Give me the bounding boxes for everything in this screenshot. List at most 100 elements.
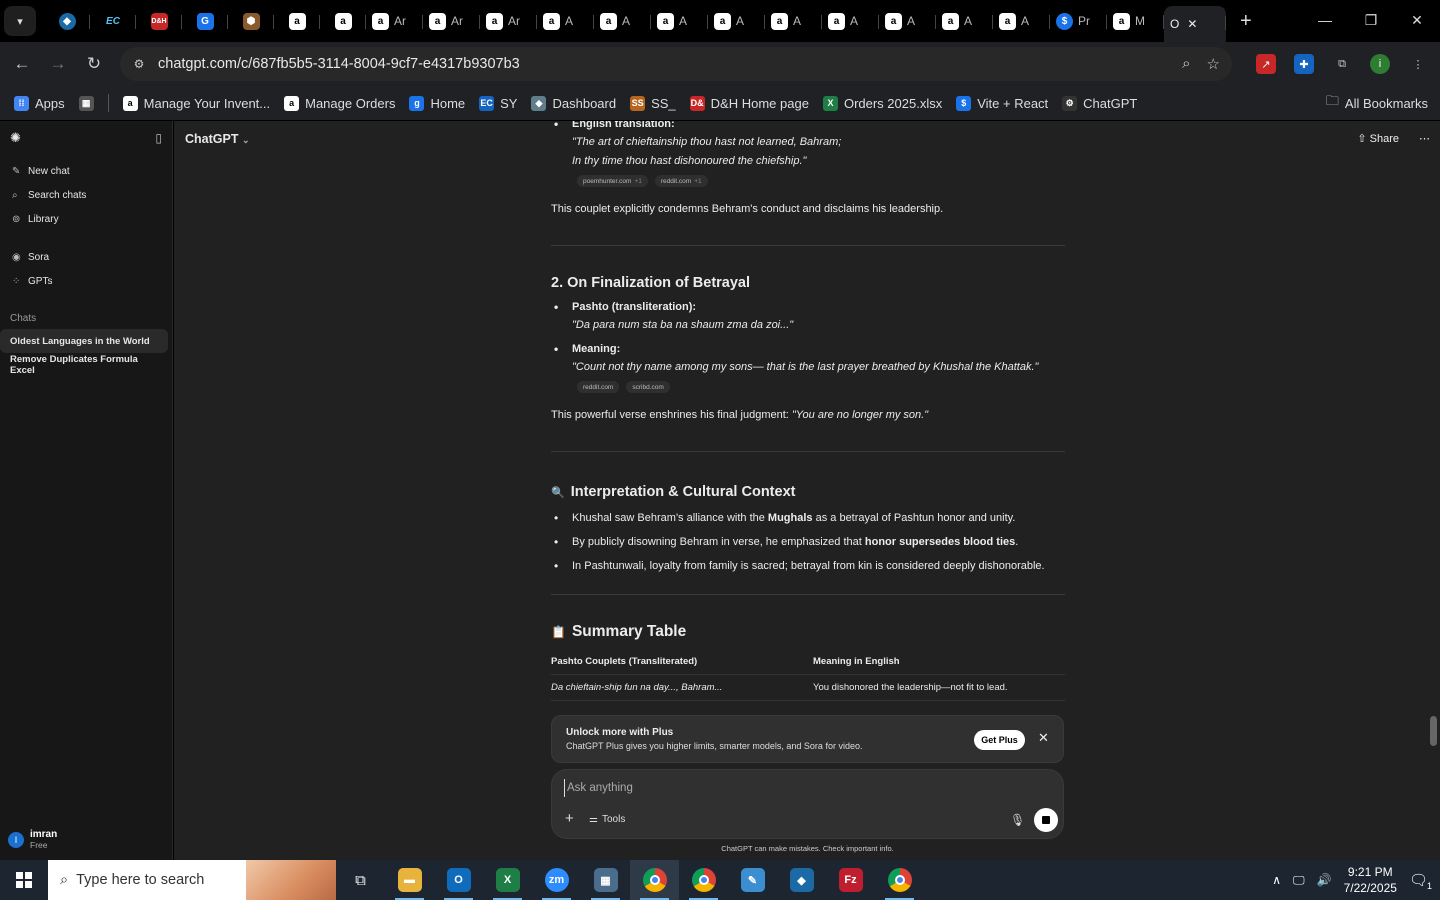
tab[interactable]: aA [594,5,651,37]
tab[interactable]: $ Pr [1050,5,1107,37]
tab[interactable]: aA [936,5,993,37]
stop-button[interactable] [1034,808,1058,832]
sidebar-toggle-icon[interactable]: ▯ [155,131,162,145]
zoom-icon[interactable]: zm [532,860,581,900]
tab[interactable]: a Ar [366,5,423,37]
bookmark-item[interactable]: a Manage Your Invent... [122,95,270,111]
active-tab[interactable]: O ✕ [1164,6,1226,42]
sidebar-item-sora[interactable]: ◉ Sora [0,245,172,269]
prompt-input[interactable] [564,779,1004,797]
bookmark-item[interactable]: $ Vite + React [956,95,1048,111]
get-plus-button[interactable]: Get Plus [974,730,1025,750]
scrollbar-thumb[interactable] [1430,716,1437,746]
tab[interactable]: a Ar [480,5,537,37]
chevron-up-icon[interactable]: ∧ [1272,873,1281,887]
tab[interactable]: a [320,5,366,37]
tab[interactable]: aA [651,5,708,37]
tab-search-button[interactable]: ▾ [4,6,36,36]
profile-avatar[interactable]: i [1370,54,1390,74]
tab[interactable]: EC [90,5,136,37]
all-bookmarks[interactable]: 🗀 All Bookmarks [1326,92,1428,114]
bookmark-item[interactable]: ⁞⁞ Apps [14,95,65,111]
microphone-icon[interactable]: 🎙 [1010,813,1025,827]
user-profile[interactable]: I imran Free [8,829,57,850]
notifications-icon[interactable]: 🗨 1 [1409,871,1432,891]
tab[interactable]: aM [1107,5,1164,37]
close-window-button[interactable]: ✕ [1394,0,1440,40]
volume-icon[interactable]: 🔊 [1317,873,1332,887]
chrome-alt-icon[interactable] [875,860,924,900]
reload-button[interactable]: ↻ [76,54,112,74]
chrome-profile-icon[interactable] [679,860,728,900]
restore-button[interactable]: ❐ [1348,0,1394,40]
app-icon[interactable]: ◆ [777,860,826,900]
new-tab-button[interactable]: + [1240,10,1252,33]
notes-icon[interactable]: ✎ [728,860,777,900]
close-icon[interactable]: ✕ [1038,730,1049,746]
tab[interactable]: aA [708,5,765,37]
add-attachment-icon[interactable]: + [565,810,574,827]
tab[interactable]: ⬢ [228,5,274,37]
address-bar[interactable]: ⚙ chatgpt.com/c/687fb5b5-3114-8004-9cf7-… [120,47,1232,81]
bookmark-item[interactable]: D& D&H Home page [689,95,809,111]
bookmark-item[interactable]: ▦ [78,95,94,111]
share-button[interactable]: ⇧ Share [1357,132,1399,145]
chat-item-remove-duplicates[interactable]: Remove Duplicates Formula Excel [0,353,168,377]
network-icon[interactable]: 🖵 [1293,873,1305,888]
puzzle-icon[interactable]: ⧉ [1332,54,1352,74]
extension-icon[interactable]: ✚ [1294,54,1314,74]
zoom-icon[interactable]: ⌕ [1182,55,1190,73]
minimize-button[interactable]: — [1302,0,1348,40]
model-selector[interactable]: ChatGPT ⌄ [185,132,250,146]
start-button[interactable] [0,860,48,900]
bookmark-item[interactable]: ◆ Dashboard [531,95,616,111]
sidebar-item-gpts[interactable]: ⁘ GPTs [0,269,172,293]
back-button[interactable]: ← [4,54,40,74]
tab[interactable]: aA [537,5,594,37]
scrollbar[interactable] [1430,121,1438,860]
sidebar-item-search-chats[interactable]: ⌕ Search chats [0,183,172,207]
calculator-icon[interactable]: ▦ [581,860,630,900]
outlook-icon[interactable]: O [434,860,483,900]
bookmark-star-icon[interactable]: ☆ [1207,55,1220,73]
tab[interactable]: a [274,5,320,37]
sidebar-item-new-chat[interactable]: ✎ New chat [0,159,172,183]
extension-icon[interactable]: ↗ [1256,54,1276,74]
url-text[interactable]: chatgpt.com/c/687fb5b5-3114-8004-9cf7-e4… [158,56,520,72]
tab[interactable]: a Ar [423,5,480,37]
bookmark-item[interactable]: EC SY [479,95,517,111]
bookmark-item[interactable]: SS SS_ [630,95,676,111]
chrome-icon[interactable] [630,860,679,900]
bookmark-item[interactable]: a Manage Orders [284,95,395,111]
tab[interactable]: ◆ [44,5,90,37]
tab[interactable]: D&H [136,5,182,37]
tab[interactable]: aA [879,5,936,37]
summary-table: Pashto Couplets (Transliterated) Meaning … [551,649,1065,701]
citation-chip[interactable]: reddit.com [577,381,620,393]
chat-item-oldest-languages[interactable]: Oldest Languages in the World [0,329,168,353]
menu-icon[interactable]: ⋮ [1408,54,1428,74]
citation-chip[interactable]: reddit.com +1 [654,175,708,187]
more-options-icon[interactable]: ⋯ [1419,132,1430,145]
close-icon[interactable]: ✕ [1187,17,1197,31]
taskbar-search[interactable]: ⌕ Type here to search [48,860,336,900]
openai-logo-icon[interactable]: ✺ [10,130,21,146]
citation-chip[interactable]: poemhunter.com +1 [577,175,648,187]
sidebar-item-library[interactable]: ⊚ Library [0,207,172,231]
citation-chip[interactable]: scribd.com [626,381,670,393]
clock[interactable]: 9:21 PM 7/22/2025 [1344,864,1397,896]
tab[interactable]: aA [993,5,1050,37]
tab[interactable]: aA [765,5,822,37]
bookmark-item[interactable]: X Orders 2025.xlsx [822,95,942,111]
excel-icon[interactable]: X [483,860,532,900]
task-view-icon[interactable]: ⧉ [336,860,385,900]
tools-button[interactable]: ⚌ Tools [589,814,625,825]
forward-button[interactable]: → [40,54,76,74]
site-settings-icon[interactable]: ⚙ [124,57,154,71]
bookmark-item[interactable]: ⚙ ChatGPT [1062,95,1137,111]
filezilla-icon[interactable]: Fz [826,860,875,900]
bookmark-item[interactable]: g Home [409,95,465,111]
file-explorer-icon[interactable]: ▬ [385,860,434,900]
tab[interactable]: G [182,5,228,37]
tab[interactable]: aA [822,5,879,37]
